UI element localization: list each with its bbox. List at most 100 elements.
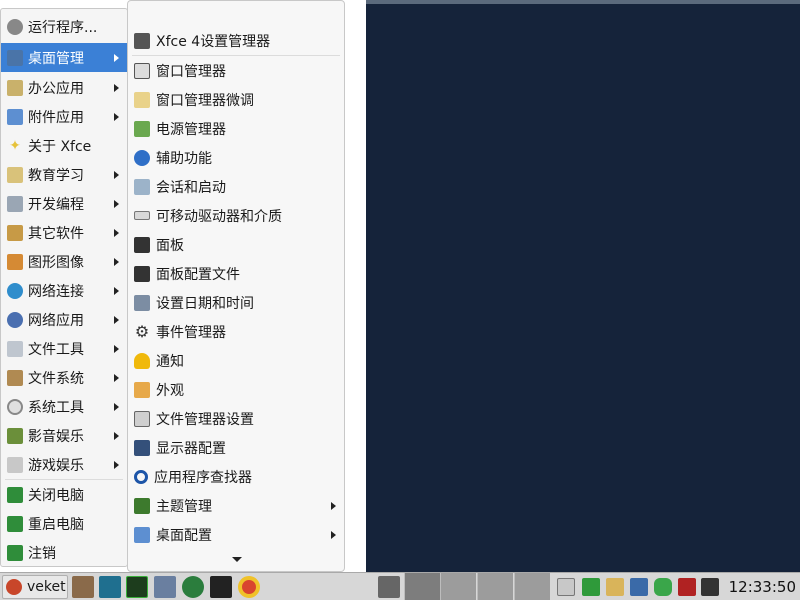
main-menu: 运行程序... 桌面管理 办公应用 附件应用 ✦ 关于 Xfce 教育学习 开发… — [0, 8, 128, 567]
settings-tools-icon[interactable] — [154, 576, 176, 598]
submenu-item-removable-drives[interactable]: 可移动驱动器和介质 — [128, 201, 344, 230]
menu-item-label: 开发编程 — [28, 196, 84, 213]
submenu-item-label: 设置日期和时间 — [156, 295, 254, 312]
screenshot-icon[interactable] — [378, 576, 400, 598]
submenu-item-label: 主题管理 — [156, 498, 212, 515]
accessories-icon — [7, 108, 23, 125]
menu-item-logout[interactable]: 注销 — [1, 538, 127, 567]
chevron-right-icon — [114, 199, 119, 208]
veket-logo-icon — [6, 579, 22, 595]
submenu-item-label: 外观 — [156, 382, 184, 399]
menu-item-shutdown[interactable]: 关闭电脑 — [1, 480, 127, 509]
hammer-tools-icon[interactable] — [72, 576, 94, 598]
scroll-down-arrow-icon[interactable] — [232, 557, 242, 562]
clipboard-icon[interactable] — [606, 578, 624, 596]
chevron-right-icon — [114, 286, 119, 295]
submenu-item-date-time[interactable]: 设置日期和时间 — [128, 288, 344, 317]
workspace-2-button[interactable] — [440, 573, 476, 600]
menu-item-network[interactable]: 网络连接 — [1, 276, 127, 305]
menu-item-multimedia[interactable]: 影音娱乐 — [1, 421, 127, 450]
menu-item-about-xfce[interactable]: ✦ 关于 Xfce — [1, 131, 127, 160]
menu-item-office[interactable]: 办公应用 — [1, 73, 127, 102]
submenu-item-event-manager[interactable]: ⚙ 事件管理器 — [128, 317, 344, 346]
system-monitor-icon[interactable] — [126, 576, 148, 598]
menu-item-label: 注销 — [28, 545, 56, 562]
chevron-right-icon — [331, 501, 336, 510]
menu-item-desktop-management[interactable]: 桌面管理 — [1, 43, 127, 72]
submenu-item-window-manager[interactable]: 窗口管理器 — [128, 56, 344, 85]
menu-item-games[interactable]: 游戏娱乐 — [1, 450, 127, 479]
other-icon — [7, 224, 23, 241]
menu-item-label: 重启电脑 — [28, 516, 84, 533]
menu-item-education[interactable]: 教育学习 — [1, 160, 127, 189]
menu-item-label: 影音娱乐 — [28, 428, 84, 445]
menu-item-accessories[interactable]: 附件应用 — [1, 102, 127, 131]
terminal-icon[interactable] — [99, 576, 121, 598]
workspace-3-button[interactable] — [477, 573, 513, 600]
menu-item-filesystem[interactable]: 文件系统 — [1, 363, 127, 392]
network-icon — [7, 282, 23, 299]
submenu-item-theme[interactable]: 主题管理 — [128, 491, 344, 520]
workspace-4-button[interactable] — [514, 573, 550, 600]
chevron-right-icon — [114, 315, 119, 324]
submenu-item-window-tweaks[interactable]: 窗口管理器微调 — [128, 85, 344, 114]
database-icon[interactable] — [654, 578, 672, 596]
network-status-icon[interactable] — [630, 578, 648, 596]
office-icon — [7, 79, 23, 96]
submenu-item-label: 可移动驱动器和介质 — [156, 208, 282, 225]
submenu-item-session[interactable]: 会话和启动 — [128, 172, 344, 201]
panel-profiles-icon — [134, 265, 150, 282]
window-tweaks-icon — [134, 91, 150, 108]
start-menu-button[interactable]: veket — [2, 575, 68, 599]
submenu-item-app-finder[interactable]: 应用程序查找器 — [128, 462, 344, 491]
battery-icon[interactable] — [582, 578, 600, 596]
shutdown-icon — [7, 486, 23, 503]
chrome-browser-icon[interactable] — [238, 576, 260, 598]
menu-item-file-tools[interactable]: 文件工具 — [1, 334, 127, 363]
media-play-icon[interactable] — [182, 576, 204, 598]
submenu-item-accessibility[interactable]: 辅助功能 — [128, 143, 344, 172]
chevron-right-icon — [114, 373, 119, 382]
workspace-1-button[interactable] — [404, 573, 440, 600]
session-icon — [134, 178, 150, 195]
submenu-item-label: 文件管理器设置 — [156, 411, 254, 428]
menu-item-label: 图形图像 — [28, 254, 84, 271]
menu-item-reboot[interactable]: 重启电脑 — [1, 509, 127, 538]
start-menu-label: veket — [27, 579, 66, 595]
shield-icon[interactable] — [678, 578, 696, 596]
submenu-item-file-manager-settings[interactable]: 文件管理器设置 — [128, 404, 344, 433]
menu-item-system-tools[interactable]: 系统工具 — [1, 392, 127, 421]
menu-item-graphics[interactable]: 图形图像 — [1, 247, 127, 276]
about-star-icon: ✦ — [9, 137, 21, 154]
submenu-item-notifications[interactable]: 通知 — [128, 346, 344, 375]
multimedia-icon — [7, 427, 23, 444]
submenu-item-display[interactable]: 显示器配置 — [128, 433, 344, 462]
menu-item-label: 教育学习 — [28, 167, 84, 184]
chevron-right-icon — [114, 228, 119, 237]
keyboard-icon[interactable] — [557, 578, 575, 596]
chevron-right-icon — [114, 460, 119, 469]
chevron-right-icon — [114, 402, 119, 411]
submenu-item-label: 面板配置文件 — [156, 266, 240, 283]
submenu-item-label: 桌面配置 — [156, 527, 212, 544]
menu-item-other[interactable]: 其它软件 — [1, 218, 127, 247]
games-icon — [7, 456, 23, 473]
submenu-item-panel-profiles[interactable]: 面板配置文件 — [128, 259, 344, 288]
menu-item-label: 关闭电脑 — [28, 487, 84, 504]
submenu-item-desktop-config[interactable]: 桌面配置 — [128, 520, 344, 549]
submenu-item-settings-manager[interactable]: Xfce 4设置管理器 — [128, 26, 344, 55]
display-monitor-icon[interactable] — [210, 576, 232, 598]
calendar-icon — [134, 294, 150, 311]
menu-item-development[interactable]: 开发编程 — [1, 189, 127, 218]
submenu-item-label: 电源管理器 — [156, 121, 226, 138]
submenu-item-panel[interactable]: 面板 — [128, 230, 344, 259]
submenu-item-appearance[interactable]: 外观 — [128, 375, 344, 404]
menu-item-label: 系统工具 — [28, 399, 84, 416]
submenu-item-label: 窗口管理器 — [156, 63, 226, 80]
submenu-item-power-manager[interactable]: 电源管理器 — [128, 114, 344, 143]
menu-item-internet[interactable]: 网络应用 — [1, 305, 127, 334]
filesystem-icon — [7, 369, 23, 386]
menu-item-run[interactable]: 运行程序... — [1, 12, 127, 41]
clock[interactable]: 12:33:50 — [729, 578, 796, 596]
volume-icon[interactable] — [701, 578, 719, 596]
